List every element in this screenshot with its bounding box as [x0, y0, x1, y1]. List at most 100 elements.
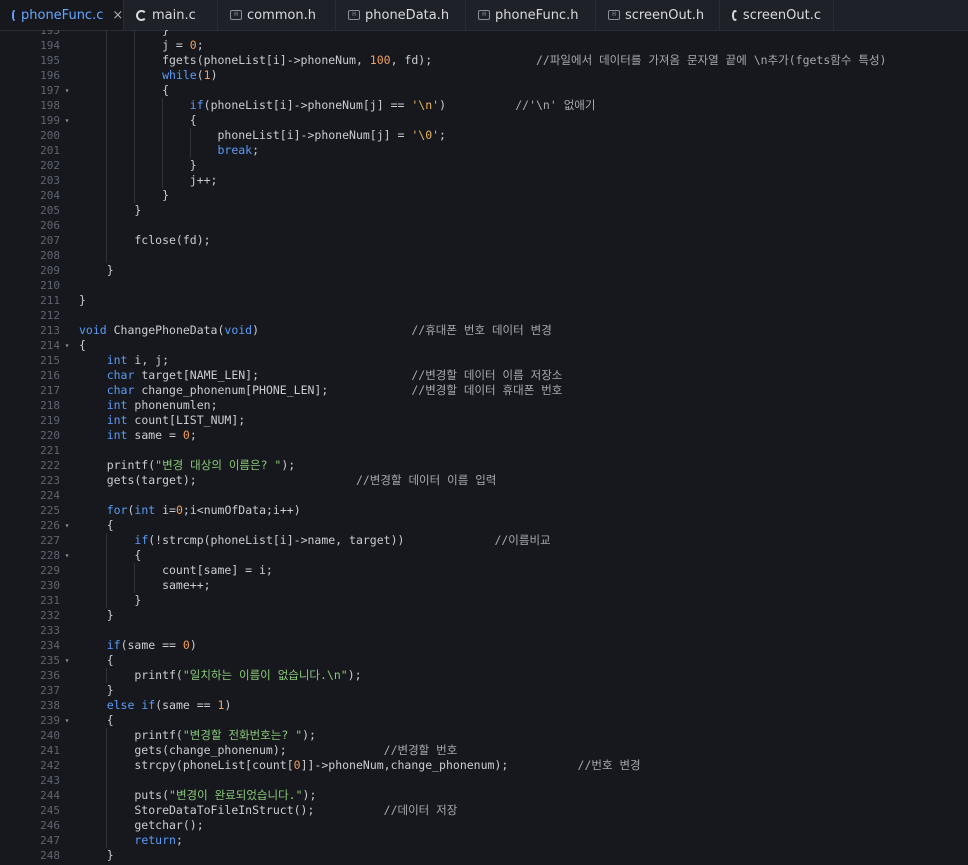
code-line[interactable]: 210 [0, 278, 968, 293]
code-line[interactable]: 242 strcpy(phoneList[count[0]]->phoneNum… [0, 758, 968, 773]
code-text: } [79, 203, 142, 217]
code-line[interactable]: 204 } [0, 188, 968, 203]
code-line[interactable]: 234 if(same == 0) [0, 638, 968, 653]
line-number: 195 [40, 54, 60, 67]
code-area[interactable]: 193 } 194 j = 0; 195 fgets(phoneList[i]->p… [0, 30, 968, 865]
code-line[interactable]: 207 fclose(fd); [0, 233, 968, 248]
code-line[interactable]: 205 } [0, 203, 968, 218]
code-line[interactable]: 240 printf("변경할 전화번호는? "); [0, 728, 968, 743]
line-number: 239 [40, 714, 60, 727]
code-line[interactable]: 219 int count[LIST_NUM]; [0, 413, 968, 428]
tab-label: screenOut.c [742, 7, 821, 23]
code-line[interactable]: 198 if(phoneList[i]->phoneNum[j] == '\n'… [0, 98, 968, 113]
code-line[interactable]: 228 ▾ { [0, 548, 968, 563]
line-number: 214 [40, 339, 60, 352]
c-file-icon [732, 9, 738, 21]
code-line[interactable]: 211} [0, 293, 968, 308]
code-line[interactable]: 196 while(1) [0, 68, 968, 83]
tab-main-c[interactable]: main.c [124, 0, 218, 30]
code-line[interactable]: 246 getchar(); [0, 818, 968, 833]
code-text: { [79, 548, 142, 562]
line-number: 212 [40, 309, 60, 322]
code-line[interactable]: 220 int same = 0; [0, 428, 968, 443]
line-number: 234 [40, 639, 60, 652]
code-line[interactable]: 195 fgets(phoneList[i]->phoneNum, 100, f… [0, 53, 968, 68]
fold-toggle-icon[interactable]: ▾ [62, 518, 72, 533]
code-line[interactable]: 223 gets(target); //변경할 데이터 이름 입력 [0, 473, 968, 488]
tab-phonedata-h[interactable]: HphoneData.h [336, 0, 466, 30]
code-text: { [79, 713, 114, 727]
line-number: 227 [40, 534, 60, 547]
code-line[interactable]: 193 } [0, 30, 968, 38]
line-number: 246 [40, 819, 60, 832]
code-line[interactable]: 232 } [0, 608, 968, 623]
code-line[interactable]: 233 [0, 623, 968, 638]
code-line[interactable]: 231 } [0, 593, 968, 608]
code-line[interactable]: 208 [0, 248, 968, 263]
line-number: 242 [40, 759, 60, 772]
code-line[interactable]: 212 [0, 308, 968, 323]
code-line[interactable]: 225 for(int i=0;i<numOfData;i++) [0, 503, 968, 518]
code-line[interactable]: 215 int i, j; [0, 353, 968, 368]
code-line[interactable]: 244 puts("변경이 완료되었습니다."); [0, 788, 968, 803]
fold-toggle-icon[interactable]: ▾ [62, 548, 72, 563]
line-number: 235 [40, 654, 60, 667]
tab-label: phoneData.h [365, 7, 450, 23]
code-text: { [79, 113, 197, 127]
code-line[interactable]: 230 same++; [0, 578, 968, 593]
close-icon[interactable]: × [112, 8, 123, 23]
line-number: 231 [40, 594, 60, 607]
code-line[interactable]: 209 } [0, 263, 968, 278]
fold-toggle-icon[interactable]: ▾ [62, 338, 72, 353]
code-line[interactable]: 236 printf("일치하는 이름이 없습니다.\n"); [0, 668, 968, 683]
code-line[interactable]: 237 } [0, 683, 968, 698]
code-line[interactable]: 227 if(!strcmp(phoneList[i]->name, targe… [0, 533, 968, 548]
code-line[interactable]: 245 StoreDataToFileInStruct(); //데이터 저장 [0, 803, 968, 818]
code-line[interactable]: 248 } [0, 848, 968, 863]
code-line[interactable]: 226 ▾ { [0, 518, 968, 533]
code-line[interactable]: 213 void ChangePhoneData(void) //휴대폰 번호 데… [0, 323, 968, 338]
code-text: int count[LIST_NUM]; [106, 413, 246, 427]
code-line[interactable]: 200 phoneList[i]->phoneNum[j] = '\0'; [0, 128, 968, 143]
code-line[interactable]: 216 char target[NAME_LEN]; //변경할 데이터 이름 … [0, 368, 968, 383]
tab-screenout-c[interactable]: screenOut.c [720, 0, 834, 30]
tab-phonefunc-h[interactable]: HphoneFunc.h [466, 0, 596, 30]
code-line[interactable]: 194 j = 0; [0, 38, 968, 53]
line-number: 216 [40, 369, 60, 382]
code-line[interactable]: 222 printf("변경 대상의 이름은? "); [0, 458, 968, 473]
line-number: 203 [40, 174, 60, 187]
code-line[interactable]: 199 ▾ { [0, 113, 968, 128]
code-line[interactable]: 243 [0, 773, 968, 788]
code-text: { [79, 338, 86, 352]
code-line[interactable]: 247 return; [0, 833, 968, 848]
code-text: else if(same == 1) [106, 698, 232, 712]
code-line[interactable]: 235 ▾ { [0, 653, 968, 668]
code-line[interactable]: 214 ▾ { [0, 338, 968, 353]
code-line[interactable]: 224 [0, 488, 968, 503]
line-number: 208 [40, 249, 60, 262]
fold-toggle-icon[interactable]: ▾ [62, 83, 72, 98]
code-line[interactable]: 201 break; [0, 143, 968, 158]
fold-toggle-icon[interactable]: ▾ [62, 653, 72, 668]
code-line[interactable]: 197 ▾ { [0, 83, 968, 98]
editor-pane[interactable]: 193 } 194 j = 0; 195 fgets(phoneList[i]->p… [0, 30, 968, 865]
tab-phonefunc-c[interactable]: phoneFunc.c × [0, 0, 124, 30]
code-line[interactable]: 239 ▾ { [0, 713, 968, 728]
code-text: int i, j; [106, 353, 170, 367]
code-line[interactable]: 218 int phonenumlen; [0, 398, 968, 413]
code-line[interactable]: 241 gets(change_phonenum); //변경할 번호 [0, 743, 968, 758]
code-line[interactable]: 202 } [0, 158, 968, 173]
line-number: 210 [40, 279, 60, 292]
c-file-icon [12, 9, 16, 21]
line-number: 219 [40, 414, 60, 427]
tab-screenout-h[interactable]: HscreenOut.h [596, 0, 720, 30]
code-line[interactable]: 203 j++; [0, 173, 968, 188]
code-line[interactable]: 221 [0, 443, 968, 458]
code-line[interactable]: 217 char change_phonenum[PHONE_LEN]; //변… [0, 383, 968, 398]
fold-toggle-icon[interactable]: ▾ [62, 713, 72, 728]
code-line[interactable]: 238 else if(same == 1) [0, 698, 968, 713]
tab-common-h[interactable]: Hcommon.h [218, 0, 336, 30]
code-line[interactable]: 229 count[same] = i; [0, 563, 968, 578]
fold-toggle-icon[interactable]: ▾ [62, 113, 72, 128]
code-line[interactable]: 206 [0, 218, 968, 233]
